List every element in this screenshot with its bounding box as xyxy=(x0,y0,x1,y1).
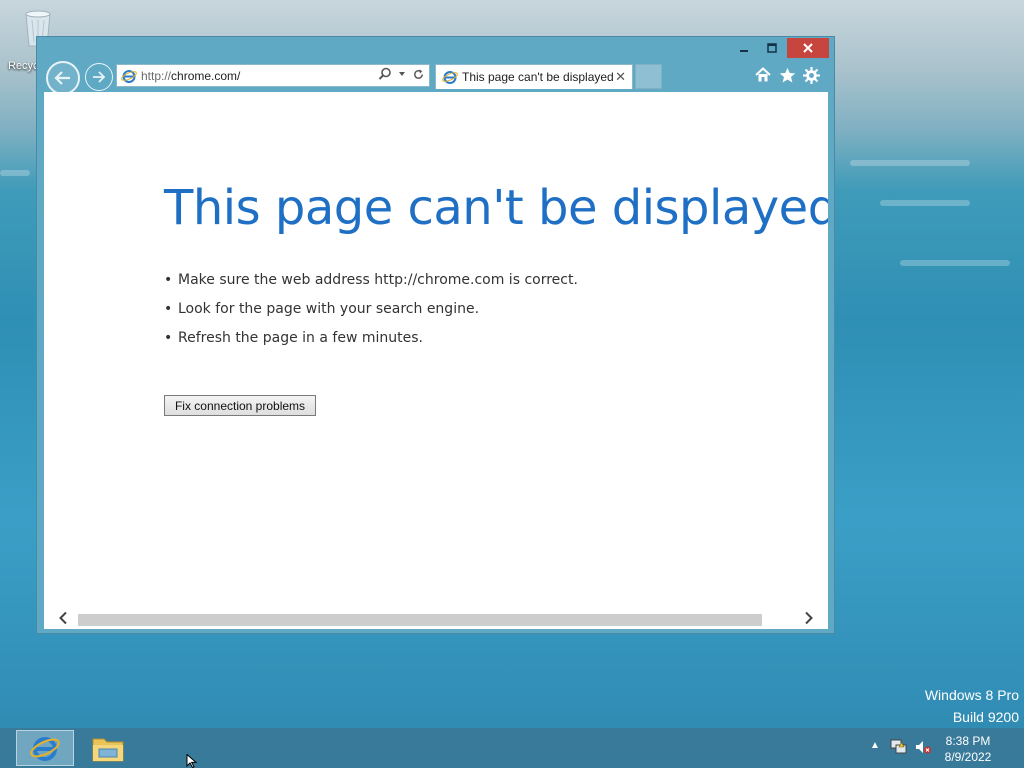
chevron-down-icon[interactable] xyxy=(398,70,406,78)
home-icon[interactable] xyxy=(753,65,773,85)
gear-icon[interactable] xyxy=(801,65,821,85)
watermark-build: Build 9200 xyxy=(952,709,1019,725)
minimize-icon xyxy=(740,50,748,52)
star-icon[interactable] xyxy=(777,65,797,85)
watermark-edition: Windows 8 Pro xyxy=(924,687,1019,703)
ie-icon xyxy=(442,71,458,84)
desktop-texture xyxy=(880,200,970,206)
recycle-bin-label: Recyc xyxy=(8,60,39,72)
horizontal-scrollbar[interactable] xyxy=(44,611,828,629)
taskbar: ▲ 8:38 PM 8/9/2022 xyxy=(0,728,1024,768)
address-host: chrome.com/ xyxy=(171,68,241,83)
internet-explorer-window: http://chrome.com/ This page can't be di… xyxy=(36,36,835,634)
ie-icon xyxy=(121,69,137,83)
suggestion-text: Look for the page with your search engin… xyxy=(178,301,480,317)
maximize-button[interactable] xyxy=(759,38,785,58)
page-title: This page can't be displayed xyxy=(164,180,828,236)
windows-watermark: Windows 8 Pro Build 9200 xyxy=(925,684,1019,728)
folder-icon xyxy=(92,738,124,762)
close-icon xyxy=(803,43,813,53)
close-button[interactable] xyxy=(787,38,829,58)
tab-title: This page can't be displayed xyxy=(462,70,614,84)
desktop-texture xyxy=(0,170,30,176)
ie-icon xyxy=(30,737,60,761)
forward-button[interactable] xyxy=(85,63,113,91)
search-icon[interactable] xyxy=(378,67,392,81)
forward-icon xyxy=(93,71,106,83)
clock-date: 8/9/2022 xyxy=(944,750,992,764)
suggestion-list: • Make sure the web address http://chrome… xyxy=(164,272,578,359)
fix-connection-button[interactable]: Fix connection problems xyxy=(164,395,316,416)
list-item: • Refresh the page in a few minutes. xyxy=(164,330,423,346)
suggestion-text: Refresh the page in a few minutes. xyxy=(178,330,423,346)
taskbar-explorer-button[interactable] xyxy=(84,730,132,766)
desktop-texture xyxy=(850,160,970,166)
page-content: This page can't be displayed • Make sure … xyxy=(44,92,828,611)
chevron-left-icon[interactable] xyxy=(58,611,68,628)
taskbar-ie-button[interactable] xyxy=(16,730,74,766)
suggestion-text: Make sure the web address http://chrome.… xyxy=(178,272,578,288)
desktop-texture xyxy=(900,260,1010,266)
mouse-cursor-icon xyxy=(186,754,198,768)
clock-time: 8:38 PM xyxy=(945,734,991,748)
address-text[interactable]: http://chrome.com/ xyxy=(141,69,240,83)
refresh-icon[interactable] xyxy=(412,68,425,81)
network-icon[interactable] xyxy=(890,738,908,756)
list-item: • Make sure the web address http://chrome… xyxy=(164,272,578,288)
volume-muted-icon[interactable] xyxy=(914,738,932,756)
maximize-icon xyxy=(767,43,777,53)
new-tab-button[interactable] xyxy=(635,64,662,89)
tab-active[interactable]: This page can't be displayed ✕ xyxy=(435,64,633,89)
back-button[interactable] xyxy=(46,61,80,95)
list-item: • Look for the page with your search engi… xyxy=(164,301,480,317)
minimize-button[interactable] xyxy=(731,38,757,58)
clock[interactable]: 8:38 PM 8/9/2022 xyxy=(932,733,1004,765)
back-icon xyxy=(54,71,70,85)
chevron-right-icon[interactable] xyxy=(804,611,814,628)
show-hidden-icons-button[interactable]: ▲ xyxy=(870,740,880,751)
scrollbar-thumb[interactable] xyxy=(78,614,762,626)
tab-close-icon[interactable]: ✕ xyxy=(615,69,626,85)
address-bar[interactable]: http://chrome.com/ xyxy=(116,64,430,87)
address-protocol: http:// xyxy=(141,68,172,83)
